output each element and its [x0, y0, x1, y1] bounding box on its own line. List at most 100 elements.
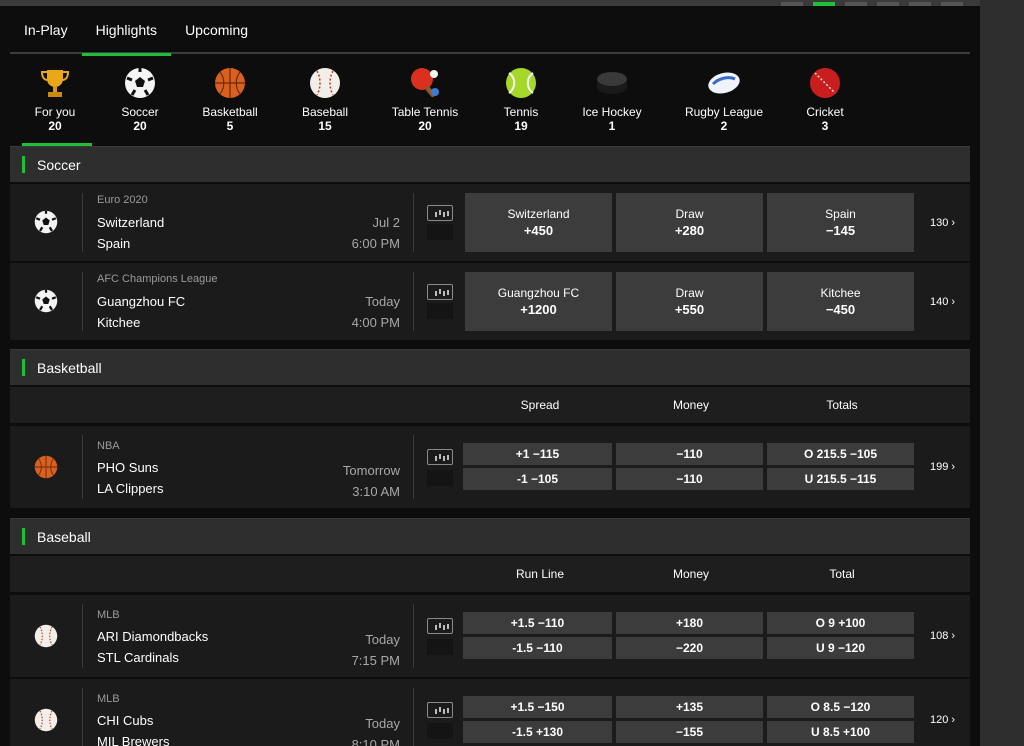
tab-in-play[interactable]: In-Play — [10, 10, 82, 54]
odds-button-draw[interactable]: Draw +280 — [616, 193, 763, 252]
spread-bottom-button[interactable]: -1 −105 — [463, 468, 612, 490]
stats-icon[interactable] — [427, 449, 453, 465]
sport-baseball[interactable]: Baseball 15 — [280, 60, 370, 146]
stats-icon[interactable] — [427, 205, 453, 221]
run-line-top-button[interactable]: +1.5 −110 — [463, 612, 612, 634]
total-bottom-button[interactable]: U 9 −120 — [767, 637, 914, 659]
basketball-icon — [34, 455, 58, 479]
league-name: AFC Champions League — [97, 273, 218, 285]
divider — [82, 193, 83, 252]
tennis-ball-icon — [504, 66, 538, 100]
home-team: Switzerland — [97, 215, 165, 230]
run-line-bottom-button[interactable]: -1.5 +130 — [463, 721, 612, 743]
total-top-button[interactable]: O 8.5 −120 — [767, 696, 914, 718]
stats-placeholder — [427, 303, 453, 319]
run-line-bottom-button[interactable]: -1.5 −110 — [463, 637, 612, 659]
stats-icon[interactable] — [427, 618, 453, 634]
away-team: MIL Brewers — [97, 734, 170, 746]
match-time: 6:00 PM — [351, 236, 400, 251]
match-row-baseball-1[interactable]: MLB ARI Diamondbacks STL Cardinals Today… — [10, 595, 970, 677]
sport-name: Basketball — [202, 105, 258, 119]
money-bottom-button[interactable]: −110 — [616, 468, 763, 490]
basketball-section-header[interactable]: Basketball — [10, 349, 970, 385]
odds-button-away[interactable]: Spain −145 — [767, 193, 914, 252]
totals-bottom-button[interactable]: U 215.5 −115 — [767, 468, 914, 490]
page-dot[interactable] — [941, 2, 963, 6]
page-dot[interactable] — [909, 2, 931, 6]
league-name: Euro 2020 — [97, 194, 148, 206]
more-markets-link[interactable]: 130 › — [930, 217, 955, 229]
run-line-top-button[interactable]: +1.5 −150 — [463, 696, 612, 718]
soccer-ball-icon — [123, 66, 157, 100]
odds-label: Kitchee — [820, 286, 861, 300]
page-dot[interactable] — [781, 2, 803, 6]
odds-button-away[interactable]: Kitchee −450 — [767, 272, 914, 331]
sport-count: 19 — [514, 119, 528, 133]
stats-placeholder — [427, 224, 453, 240]
page-dot[interactable] — [877, 2, 899, 6]
accent-bar — [22, 156, 25, 173]
money-top-button[interactable]: −110 — [616, 443, 763, 465]
scrollbar-track[interactable] — [980, 0, 1024, 746]
odds-button-home[interactable]: Switzerland +450 — [465, 193, 612, 252]
soccer-section-header[interactable]: Soccer — [10, 146, 970, 182]
divider — [82, 272, 83, 331]
stats-placeholder — [427, 470, 453, 486]
tab-upcoming[interactable]: Upcoming — [171, 10, 262, 54]
match-row-basketball-1[interactable]: NBA PHO Suns LA Clippers Tomorrow 3:10 A… — [10, 426, 970, 508]
baseball-section-header[interactable]: Baseball — [10, 518, 970, 554]
more-markets-link[interactable]: 108 › — [930, 630, 955, 642]
home-team: ARI Diamondbacks — [97, 629, 209, 644]
money-top-button[interactable]: +180 — [616, 612, 763, 634]
total-top-button[interactable]: O 9 +100 — [767, 612, 914, 634]
odds-price: +1200 — [520, 302, 557, 317]
rugby-ball-icon — [707, 66, 741, 100]
page-dot-active[interactable] — [813, 2, 835, 6]
sport-name: Tennis — [503, 105, 539, 119]
totals-top-button[interactable]: O 215.5 −105 — [767, 443, 914, 465]
trophy-icon — [38, 66, 72, 100]
column-totals: Totals — [826, 398, 858, 412]
stats-icon[interactable] — [427, 702, 453, 718]
sport-for-you[interactable]: For you 20 — [10, 60, 100, 146]
divider — [82, 435, 83, 499]
sport-soccer[interactable]: Soccer 20 — [100, 60, 180, 146]
money-bottom-button[interactable]: −155 — [616, 721, 763, 743]
sport-name: Rugby League — [684, 105, 764, 119]
sport-basketball[interactable]: Basketball 5 — [180, 60, 280, 146]
odds-button-home[interactable]: Guangzhou FC +1200 — [465, 272, 612, 331]
odds-button-draw[interactable]: Draw +550 — [616, 272, 763, 331]
sport-count: 1 — [608, 119, 616, 133]
divider — [82, 688, 83, 746]
match-row-baseball-2[interactable]: MLB CHI Cubs MIL Brewers Today 8:10 PM +… — [10, 679, 970, 746]
sport-table-tennis[interactable]: Table Tennis 20 — [370, 60, 480, 146]
tab-highlights[interactable]: Highlights — [81, 10, 172, 56]
sport-tennis[interactable]: Tennis 19 — [480, 60, 562, 146]
sport-cricket[interactable]: Cricket 3 — [786, 60, 864, 146]
match-date: Tomorrow — [342, 463, 400, 478]
top-strip — [0, 0, 980, 6]
more-markets-link[interactable]: 120 › — [930, 714, 955, 726]
money-bottom-button[interactable]: −220 — [616, 637, 763, 659]
money-top-button[interactable]: +135 — [616, 696, 763, 718]
sport-name: Ice Hockey — [582, 105, 642, 119]
more-markets-link[interactable]: 140 › — [930, 296, 955, 308]
total-bottom-button[interactable]: U 8.5 +100 — [767, 721, 914, 743]
spread-top-button[interactable]: +1 −115 — [463, 443, 612, 465]
league-name: NBA — [97, 440, 120, 452]
page-dot[interactable] — [845, 2, 867, 6]
sport-name: For you — [34, 105, 76, 119]
sportsbook-app: In-Play Highlights Upcoming For you 20 S… — [0, 0, 980, 746]
basketball-column-header: Spread Money Totals — [10, 387, 970, 423]
sport-ice-hockey[interactable]: Ice Hockey 1 — [562, 60, 662, 146]
match-row-soccer-2[interactable]: AFC Champions League Guangzhou FC Kitche… — [10, 263, 970, 340]
hockey-puck-icon — [595, 66, 629, 100]
section-title: Baseball — [37, 529, 91, 545]
stats-icon[interactable] — [427, 284, 453, 300]
sport-rugby-league[interactable]: Rugby League 2 — [662, 60, 786, 146]
sport-name: Cricket — [806, 105, 844, 119]
odds-label: Draw — [675, 207, 704, 221]
more-markets-link[interactable]: 199 › — [930, 461, 955, 473]
stats-placeholder — [427, 723, 453, 739]
match-row-soccer-1[interactable]: Euro 2020 Switzerland Spain Jul 2 6:00 P… — [10, 184, 970, 261]
